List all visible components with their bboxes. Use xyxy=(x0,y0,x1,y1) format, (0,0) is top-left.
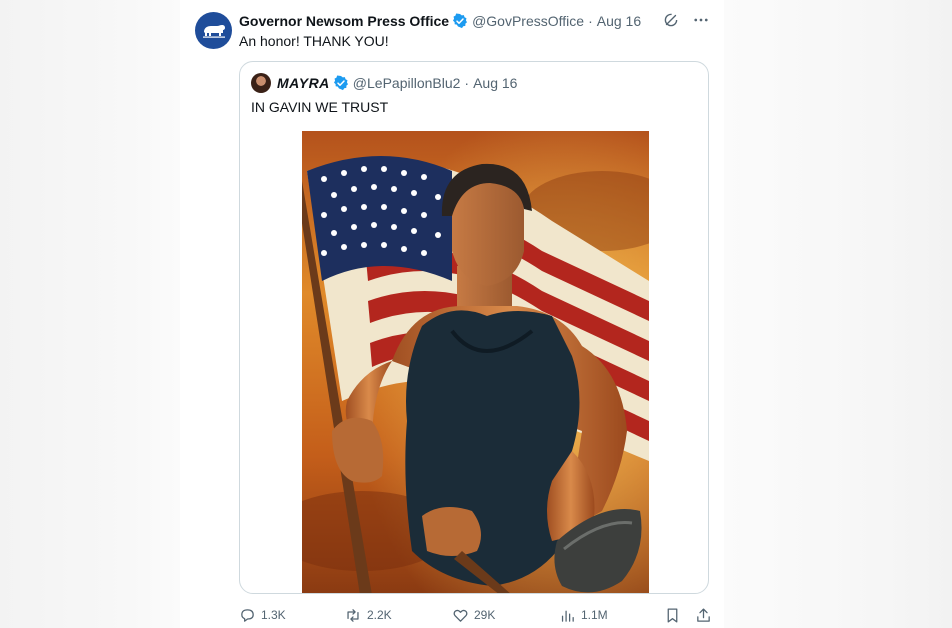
quote-date[interactable]: Aug 16 xyxy=(473,75,517,91)
share-icon[interactable] xyxy=(695,607,712,624)
tweet-text: An honor! THANK YOU! xyxy=(239,33,389,49)
tweet-date[interactable]: Aug 16 xyxy=(597,13,641,29)
bear-logo-icon xyxy=(202,24,225,38)
quote-image[interactable] xyxy=(302,131,649,593)
tweet-top-actions xyxy=(662,11,710,29)
more-icon[interactable] xyxy=(692,11,710,29)
tweet-header: Governor Newsom Press Office @GovPressOf… xyxy=(239,12,641,30)
background-left xyxy=(0,0,180,628)
quoted-tweet[interactable]: MAYRA @LePapillonBlu2 · Aug 16 IN GAVIN … xyxy=(239,61,709,594)
quote-text: IN GAVIN WE TRUST xyxy=(251,99,389,115)
tweet-actions: 1.3K 2.2K 29K 1.1M xyxy=(239,605,712,625)
views-button[interactable]: 1.1M xyxy=(559,607,663,624)
reply-count: 1.3K xyxy=(261,608,286,622)
tweet[interactable]: Governor Newsom Press Office @GovPressOf… xyxy=(180,0,724,628)
separator-dot: · xyxy=(464,75,470,91)
like-count: 29K xyxy=(474,608,496,622)
background-right xyxy=(724,0,952,628)
repost-icon xyxy=(347,608,359,622)
like-button[interactable]: 29K xyxy=(452,607,559,624)
verified-badge-icon xyxy=(452,13,468,29)
separator-dot: · xyxy=(588,13,593,29)
views-count: 1.1M xyxy=(581,608,608,622)
quote-author-handle[interactable]: @LePapillonBlu2 xyxy=(353,75,461,91)
author-avatar[interactable] xyxy=(195,12,232,49)
author-handle[interactable]: @GovPressOffice xyxy=(472,13,584,29)
author-name[interactable]: Governor Newsom Press Office xyxy=(239,13,449,29)
quote-author-avatar[interactable] xyxy=(251,73,271,93)
quote-header: MAYRA @LePapillonBlu2 · Aug 16 xyxy=(251,73,517,93)
grok-icon[interactable] xyxy=(662,11,680,29)
repost-count: 2.2K xyxy=(367,608,392,622)
secondary-actions xyxy=(664,607,712,624)
reply-button[interactable]: 1.3K xyxy=(239,607,344,624)
like-icon xyxy=(453,609,468,622)
quote-author-name[interactable]: MAYRA xyxy=(277,75,330,91)
repost-button[interactable]: 2.2K xyxy=(344,607,452,624)
verified-badge-icon xyxy=(333,75,349,91)
bookmark-icon[interactable] xyxy=(664,607,681,624)
reply-icon xyxy=(241,608,254,622)
views-icon xyxy=(561,610,574,622)
